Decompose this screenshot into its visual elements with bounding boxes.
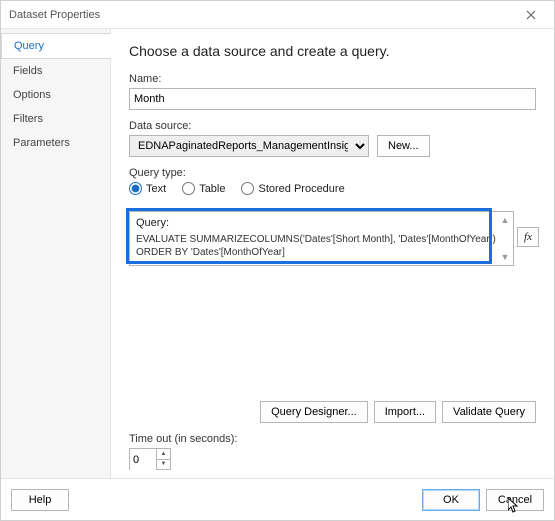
query-textarea[interactable]: Query: EVALUATE SUMMARIZECOLUMNS('Dates'… (129, 211, 514, 266)
datasource-group: Data source: EDNAPaginatedReports_Manage… (129, 120, 536, 157)
dialog-footer: Help OK Cancel (1, 478, 554, 520)
dialog-body: Query Fields Options Filters Parameters … (1, 29, 554, 478)
window-title: Dataset Properties (9, 9, 100, 21)
query-buttons-row: Query Designer... Import... Validate Que… (129, 401, 536, 423)
timeout-spinner[interactable]: ▲ ▼ (129, 448, 171, 470)
querytype-table-radio[interactable] (182, 182, 195, 195)
timeout-input[interactable] (130, 449, 156, 471)
sidebar-item-options[interactable]: Options (1, 83, 110, 107)
new-datasource-button[interactable]: New... (377, 135, 430, 157)
ok-button[interactable]: OK (422, 489, 480, 511)
querytype-table[interactable]: Table (182, 182, 225, 195)
sidebar-item-fields[interactable]: Fields (1, 59, 110, 83)
dataset-properties-dialog: Dataset Properties Query Fields Options … (0, 0, 555, 521)
query-designer-button[interactable]: Query Designer... (260, 401, 368, 423)
sidebar-item-filters[interactable]: Filters (1, 107, 110, 131)
querytype-label: Query type: (129, 167, 536, 179)
name-group: Name: (129, 73, 536, 110)
scroll-up-icon[interactable]: ▲ (498, 215, 512, 225)
expression-button[interactable]: fx (517, 227, 539, 247)
sidebar-item-query[interactable]: Query (1, 33, 111, 59)
validate-query-button[interactable]: Validate Query (442, 401, 536, 423)
import-button[interactable]: Import... (374, 401, 436, 423)
scroll-down-icon[interactable]: ▼ (498, 252, 512, 262)
page-heading: Choose a data source and create a query. (129, 43, 536, 59)
querytype-stored[interactable]: Stored Procedure (241, 182, 344, 195)
query-text-content: EVALUATE SUMMARIZECOLUMNS('Dates'[Short … (136, 233, 507, 259)
query-label: Query: (136, 217, 507, 229)
querytype-text-radio[interactable] (129, 182, 142, 195)
name-input[interactable] (129, 88, 536, 110)
name-label: Name: (129, 73, 536, 85)
querytype-stored-radio[interactable] (241, 182, 254, 195)
query-section: Query: EVALUATE SUMMARIZECOLUMNS('Dates'… (129, 205, 536, 393)
datasource-select[interactable]: EDNAPaginatedReports_ManagementInsights (129, 135, 369, 157)
querytype-group: Query type: Text Table Stored Procedure (129, 167, 536, 195)
datasource-label: Data source: (129, 120, 536, 132)
close-button[interactable] (516, 5, 546, 25)
timeout-label: Time out (in seconds): (129, 433, 536, 445)
titlebar: Dataset Properties (1, 1, 554, 29)
querytype-text[interactable]: Text (129, 182, 166, 195)
main-panel: Choose a data source and create a query.… (111, 29, 554, 478)
sidebar-item-parameters[interactable]: Parameters (1, 131, 110, 155)
timeout-group: Time out (in seconds): ▲ ▼ (129, 433, 536, 470)
timeout-down-icon[interactable]: ▼ (157, 460, 170, 470)
sidebar: Query Fields Options Filters Parameters (1, 29, 111, 478)
timeout-up-icon[interactable]: ▲ (157, 449, 170, 460)
close-icon (526, 10, 536, 20)
help-button[interactable]: Help (11, 489, 69, 511)
cancel-button[interactable]: Cancel (486, 489, 544, 511)
